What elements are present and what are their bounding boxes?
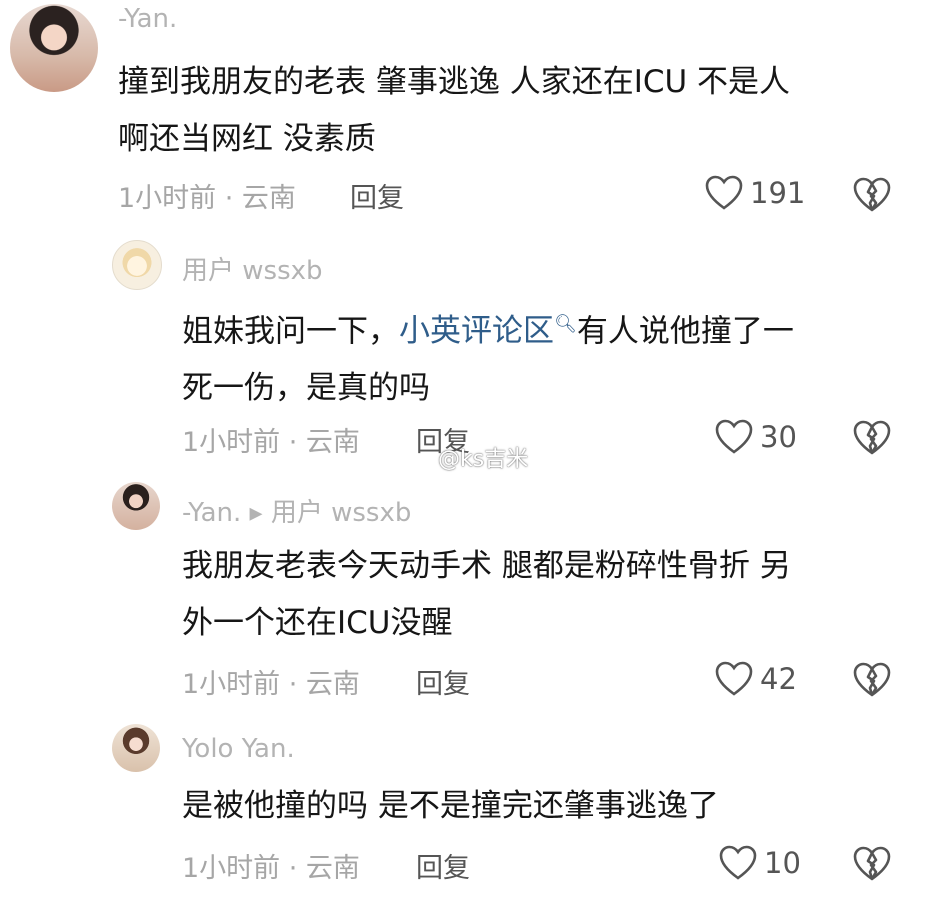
heart-outline-icon [705,175,743,210]
avatar[interactable] [112,240,162,290]
dislike-button[interactable] [852,661,892,699]
comment-line: 是被他撞的吗 是不是撞完还肇事逃逸了 [182,788,719,824]
avatar[interactable] [112,482,160,530]
like-count: 10 [764,846,801,880]
comment-line: 啊还当网红 没素质 [118,121,376,157]
comment-line: 姐妹我问一下，小英评论区🔍︎有人说他撞了一 [182,296,794,360]
comment-text: 我朋友老表今天动手术 腿都是粉碎性骨折 另 外一个还在ICU没醒 [182,538,791,652]
comment-line: 我朋友老表今天动手术 腿都是粉碎性骨折 另 [182,548,791,584]
search-mention-link[interactable]: 小英评论区🔍︎ [399,313,577,349]
dislike-button[interactable] [852,845,892,883]
timestamp-location: 1小时前 · 云南 [182,853,360,884]
like-button[interactable]: 42 [714,660,797,698]
like-count: 191 [750,176,806,210]
heart-outline-icon [715,419,753,454]
like-button[interactable]: 30 [714,418,797,456]
comment-text-segment: 姐妹我问一下， [182,313,399,350]
dislike-button[interactable] [852,419,892,457]
avatar[interactable] [10,4,98,92]
username[interactable]: -Yan. ▸ 用户 wssxb [182,492,411,529]
like-button[interactable]: 10 [718,844,801,882]
timestamp-location: 1小时前 · 云南 [182,427,360,458]
reply-button[interactable]: 回复 [416,846,470,885]
avatar[interactable] [112,724,160,772]
comment-line: 撞到我朋友的老表 肇事逃逸 人家还在ICU 不是人 [118,64,791,100]
comment-text-segment: 有人说他撞了一 [576,313,794,350]
username[interactable]: 用户 wssxb [182,250,323,287]
comment-text: 姐妹我问一下，小英评论区🔍︎有人说他撞了一 死一伤，是真的吗 [182,296,794,417]
username[interactable]: Yolo Yan. [182,734,295,764]
comment-text: 撞到我朋友的老表 肇事逃逸 人家还在ICU 不是人 啊还当网红 没素质 [118,54,790,168]
broken-heart-icon [853,846,891,881]
broken-heart-icon [853,177,891,212]
mention-label: 小英评论区 [399,313,554,350]
search-icon: 🔍︎ [554,314,577,335]
comment-line: 外一个还在ICU没醒 [182,605,453,641]
heart-outline-icon [719,845,757,880]
like-count: 30 [760,420,797,454]
watermark: @ks吉米 [438,447,529,472]
timestamp-location: 1小时前 · 云南 [118,183,296,214]
heart-outline-icon [715,661,753,696]
broken-heart-icon [853,420,891,455]
reply-button[interactable]: 回复 [416,662,470,701]
timestamp-location: 1小时前 · 云南 [182,669,360,700]
like-button[interactable]: 191 [704,174,805,212]
dislike-button[interactable] [852,176,892,214]
broken-heart-icon [853,662,891,697]
comment-text: 是被他撞的吗 是不是撞完还肇事逃逸了 [182,778,719,835]
comment-line: 死一伤，是真的吗 [182,370,430,407]
reply-button[interactable]: 回复 [350,176,404,215]
username[interactable]: -Yan. [118,4,177,34]
like-count: 42 [760,662,797,696]
